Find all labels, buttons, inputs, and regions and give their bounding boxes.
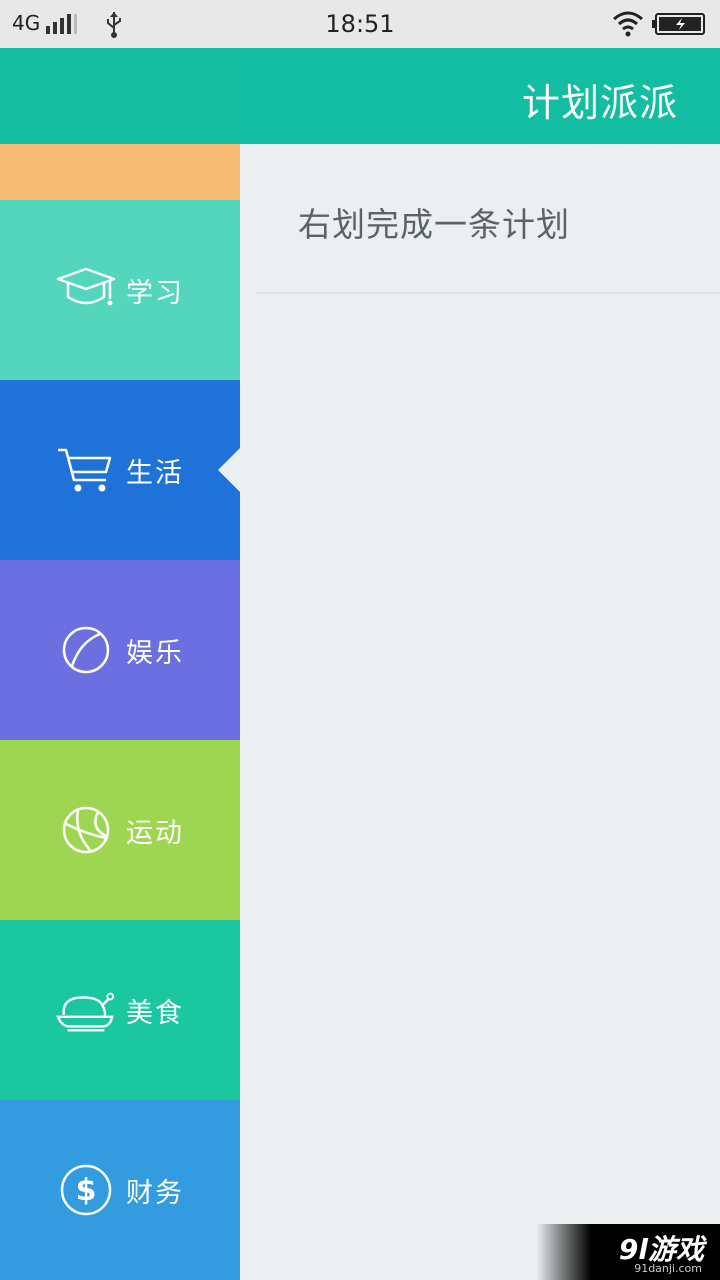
category-study[interactable]: 学习	[0, 200, 240, 380]
watermark-url: 91danji.com	[634, 1262, 702, 1275]
plan-list: 右划完成一条计划	[240, 144, 720, 1280]
graduation-cap-icon	[56, 262, 116, 318]
dollar-icon: $	[56, 1162, 116, 1218]
basketball-icon	[56, 802, 116, 858]
category-label: 娱乐	[126, 637, 184, 669]
category-life[interactable]: 生活	[0, 380, 240, 560]
category-sports[interactable]: 运动	[0, 740, 240, 920]
category-label: 运动	[126, 817, 184, 849]
roast-chicken-icon	[56, 982, 116, 1038]
selection-indicator	[218, 448, 240, 492]
status-bar: 4G 18:51	[0, 0, 720, 48]
wifi-icon	[612, 11, 644, 41]
header-left-strip	[0, 48, 240, 144]
category-strip-partial[interactable]	[0, 144, 240, 200]
plan-hint-text: 右划完成一条计划	[298, 205, 570, 244]
category-entertainment[interactable]: 娱乐	[0, 560, 240, 740]
app-title: 计划派派	[521, 81, 678, 125]
ball-icon	[56, 622, 116, 678]
category-food[interactable]: 美食	[0, 920, 240, 1100]
svg-text:$: $	[76, 1173, 97, 1208]
category-label: 学习	[126, 277, 184, 309]
plan-item[interactable]: 右划完成一条计划	[256, 144, 720, 294]
category-label: 生活	[126, 457, 184, 489]
watermark-logo: 9l游戏 91danji.com	[536, 1224, 720, 1280]
category-finance[interactable]: $ 财务	[0, 1100, 240, 1280]
category-label: 财务	[126, 1177, 184, 1209]
battery-icon	[652, 13, 706, 39]
category-sidebar: 学习 生活 娱乐 运动 美食 $ 财务	[0, 144, 240, 1280]
shopping-cart-icon	[56, 442, 116, 498]
category-label: 美食	[126, 997, 184, 1029]
